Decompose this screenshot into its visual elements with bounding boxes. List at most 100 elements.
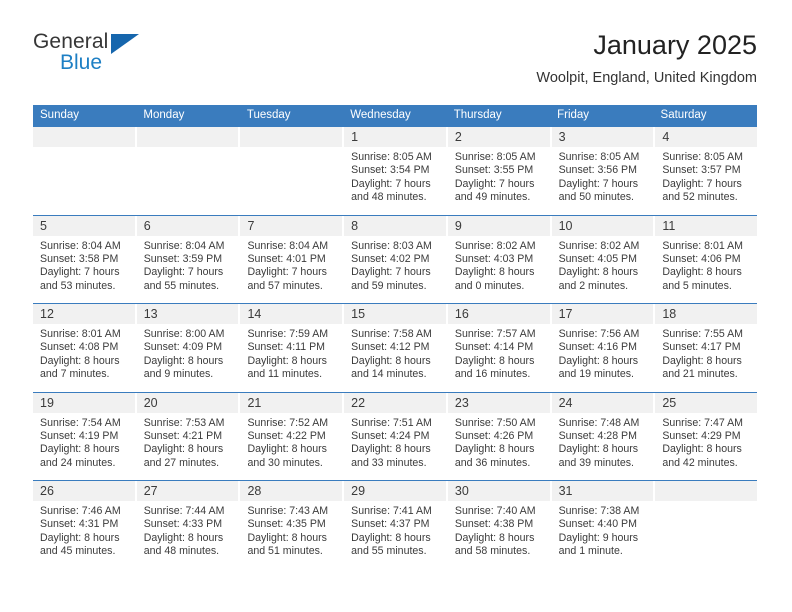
day-cell[interactable]: 31 Sunrise: 7:38 AM Sunset: 4:40 PM Dayl…	[551, 481, 656, 569]
day-cell[interactable]: 8 Sunrise: 8:03 AM Sunset: 4:02 PM Dayli…	[344, 215, 448, 303]
daylight-text-line2: and 30 minutes.	[247, 456, 323, 469]
day-cell[interactable]: 21 Sunrise: 7:52 AM Sunset: 4:22 PM Dayl…	[240, 392, 345, 480]
sunrise-text: Sunrise: 7:41 AM	[351, 505, 432, 517]
daylight-text-line1: Daylight: 8 hours	[143, 531, 224, 544]
day-details: Sunrise: 7:40 AM Sunset: 4:38 PM Dayligh…	[448, 501, 550, 559]
sunrise-text: Sunrise: 7:40 AM	[454, 505, 536, 517]
daylight-text-line1: Daylight: 7 hours	[40, 266, 120, 279]
daylight-text-line1: Daylight: 8 hours	[40, 354, 120, 367]
day-cell[interactable]: 23 Sunrise: 7:50 AM Sunset: 4:26 PM Dayl…	[447, 392, 552, 480]
day-number: 10	[551, 215, 654, 236]
sunset-text: Sunset: 4:16 PM	[558, 341, 637, 354]
sunset-text: Sunset: 4:40 PM	[558, 518, 637, 531]
day-cell[interactable]: 29 Sunrise: 7:41 AM Sunset: 4:37 PM Dayl…	[344, 481, 448, 569]
daylight-text-line2: and 2 minutes.	[558, 279, 629, 292]
daylight-text-line2: and 48 minutes.	[143, 545, 220, 558]
sunrise-text: Sunrise: 8:05 AM	[558, 151, 640, 163]
day-cell[interactable]: 22 Sunrise: 7:51 AM Sunset: 4:24 PM Dayl…	[344, 392, 448, 480]
day-cell[interactable]	[33, 127, 137, 215]
daylight-text-line2: and 5 minutes.	[662, 279, 732, 292]
day-details: Sunrise: 7:47 AM Sunset: 4:29 PM Dayligh…	[655, 413, 757, 471]
daylight-text-line1: Daylight: 7 hours	[454, 177, 535, 190]
day-cell[interactable]: 17 Sunrise: 7:56 AM Sunset: 4:16 PM Dayl…	[551, 304, 656, 392]
day-cell[interactable]: 6 Sunrise: 8:04 AM Sunset: 3:59 PM Dayli…	[136, 215, 241, 303]
day-cell[interactable]: 1 Sunrise: 8:05 AM Sunset: 3:54 PM Dayli…	[344, 127, 448, 215]
day-number	[240, 127, 343, 147]
daylight-text-line1: Daylight: 8 hours	[351, 531, 431, 544]
day-cell[interactable]: 14 Sunrise: 7:59 AM Sunset: 4:11 PM Dayl…	[240, 304, 345, 392]
sunset-text: Sunset: 3:56 PM	[558, 164, 637, 177]
daylight-text-line2: and 48 minutes.	[351, 191, 427, 204]
day-cell[interactable]: 12 Sunrise: 8:01 AM Sunset: 4:08 PM Dayl…	[33, 304, 137, 392]
sunset-text: Sunset: 4:19 PM	[40, 429, 119, 442]
sunrise-text: Sunrise: 7:44 AM	[143, 505, 225, 517]
day-cell[interactable]: 28 Sunrise: 7:43 AM Sunset: 4:35 PM Dayl…	[240, 481, 345, 569]
day-cell[interactable]: 5 Sunrise: 8:04 AM Sunset: 3:58 PM Dayli…	[33, 215, 137, 303]
day-details: Sunrise: 7:46 AM Sunset: 4:31 PM Dayligh…	[33, 501, 135, 559]
day-cell[interactable]	[136, 127, 241, 215]
daylight-text-line2: and 55 minutes.	[143, 279, 220, 292]
day-number: 30	[447, 481, 550, 501]
day-details: Sunrise: 8:04 AM Sunset: 4:01 PM Dayligh…	[240, 236, 342, 294]
daylight-text-line2: and 19 minutes.	[558, 368, 634, 381]
day-cell[interactable]: 27 Sunrise: 7:44 AM Sunset: 4:33 PM Dayl…	[136, 481, 241, 569]
sunrise-text: Sunrise: 8:04 AM	[143, 239, 225, 252]
day-cell[interactable]: 19 Sunrise: 7:54 AM Sunset: 4:19 PM Dayl…	[33, 392, 137, 480]
daylight-text-line2: and 33 minutes.	[351, 456, 427, 469]
daylight-text-line2: and 24 minutes.	[40, 456, 116, 469]
weekday-header-thursday: Thursday	[453, 109, 502, 121]
day-cell[interactable]: 2 Sunrise: 8:05 AM Sunset: 3:55 PM Dayli…	[447, 127, 552, 215]
daylight-text-line1: Daylight: 7 hours	[351, 266, 431, 279]
sunset-text: Sunset: 4:37 PM	[351, 518, 430, 531]
day-cell[interactable]: 3 Sunrise: 8:05 AM Sunset: 3:56 PM Dayli…	[551, 127, 656, 215]
daylight-text-line2: and 1 minute.	[558, 545, 623, 558]
daylight-text-line2: and 55 minutes.	[351, 545, 427, 558]
generalblue-logo[interactable]: General Blue	[33, 30, 153, 86]
day-cell[interactable]: 20 Sunrise: 7:53 AM Sunset: 4:21 PM Dayl…	[136, 392, 241, 480]
daylight-text-line1: Daylight: 8 hours	[454, 443, 535, 456]
day-cell[interactable]: 9 Sunrise: 8:02 AM Sunset: 4:03 PM Dayli…	[447, 215, 552, 303]
daylight-text-line2: and 59 minutes.	[351, 279, 427, 292]
sunrise-text: Sunrise: 7:56 AM	[558, 328, 640, 340]
sunset-text: Sunset: 4:38 PM	[454, 518, 534, 531]
daylight-text-line1: Daylight: 8 hours	[558, 354, 639, 367]
day-number: 8	[344, 215, 446, 236]
sunrise-text: Sunrise: 7:38 AM	[558, 505, 640, 517]
sunrise-text: Sunrise: 8:03 AM	[351, 239, 432, 252]
day-details: Sunrise: 7:57 AM Sunset: 4:14 PM Dayligh…	[448, 324, 550, 382]
day-cell[interactable]: 7 Sunrise: 8:04 AM Sunset: 4:01 PM Dayli…	[240, 215, 345, 303]
day-details: Sunrise: 8:01 AM Sunset: 4:08 PM Dayligh…	[33, 324, 135, 382]
day-cell[interactable]: 10 Sunrise: 8:02 AM Sunset: 4:05 PM Dayl…	[551, 215, 656, 303]
day-number: 13	[136, 304, 239, 324]
sunrise-text: Sunrise: 8:05 AM	[662, 151, 743, 163]
sunrise-text: Sunrise: 8:05 AM	[351, 151, 432, 163]
sunset-text: Sunset: 4:01 PM	[247, 252, 326, 265]
daylight-text-line2: and 36 minutes.	[454, 456, 531, 469]
day-cell[interactable]	[240, 127, 345, 215]
day-cell[interactable]: 11 Sunrise: 8:01 AM Sunset: 4:06 PM Dayl…	[655, 215, 758, 303]
day-number: 27	[136, 481, 239, 501]
day-details: Sunrise: 8:05 AM Sunset: 3:55 PM Dayligh…	[448, 147, 550, 205]
day-cell[interactable]: 30 Sunrise: 7:40 AM Sunset: 4:38 PM Dayl…	[447, 481, 552, 569]
day-cell[interactable]: 24 Sunrise: 7:48 AM Sunset: 4:28 PM Dayl…	[551, 392, 656, 480]
sunset-text: Sunset: 3:59 PM	[143, 252, 223, 265]
page-header: General Blue January 2025 Woolpit, Engla…	[33, 28, 757, 100]
daylight-text-line2: and 57 minutes.	[247, 279, 323, 292]
day-number: 20	[136, 392, 239, 413]
day-cell[interactable]: 26 Sunrise: 7:46 AM Sunset: 4:31 PM Dayl…	[33, 481, 137, 569]
daylight-text-line1: Daylight: 7 hours	[662, 177, 742, 190]
day-cell[interactable]: 25 Sunrise: 7:47 AM Sunset: 4:29 PM Dayl…	[655, 392, 758, 480]
page-subtitle: Woolpit, England, United Kingdom	[536, 70, 757, 86]
weekday-header-row: Sunday Monday Tuesday Wednesday Thursday…	[33, 105, 757, 126]
sunset-text: Sunset: 4:05 PM	[558, 252, 637, 265]
day-cell[interactable]: 13 Sunrise: 8:00 AM Sunset: 4:09 PM Dayl…	[136, 304, 241, 392]
day-details: Sunrise: 8:05 AM Sunset: 3:54 PM Dayligh…	[344, 147, 446, 205]
calendar-week-row: 1 Sunrise: 8:05 AM Sunset: 3:54 PM Dayli…	[33, 126, 758, 215]
day-cell[interactable]: 18 Sunrise: 7:55 AM Sunset: 4:17 PM Dayl…	[655, 304, 758, 392]
day-cell[interactable]: 4 Sunrise: 8:05 AM Sunset: 3:57 PM Dayli…	[655, 127, 758, 215]
daylight-text-line1: Daylight: 8 hours	[40, 531, 120, 544]
sunset-text: Sunset: 4:09 PM	[143, 341, 223, 354]
day-cell[interactable]	[655, 481, 758, 569]
day-cell[interactable]: 15 Sunrise: 7:58 AM Sunset: 4:12 PM Dayl…	[344, 304, 448, 392]
day-cell[interactable]: 16 Sunrise: 7:57 AM Sunset: 4:14 PM Dayl…	[447, 304, 552, 392]
